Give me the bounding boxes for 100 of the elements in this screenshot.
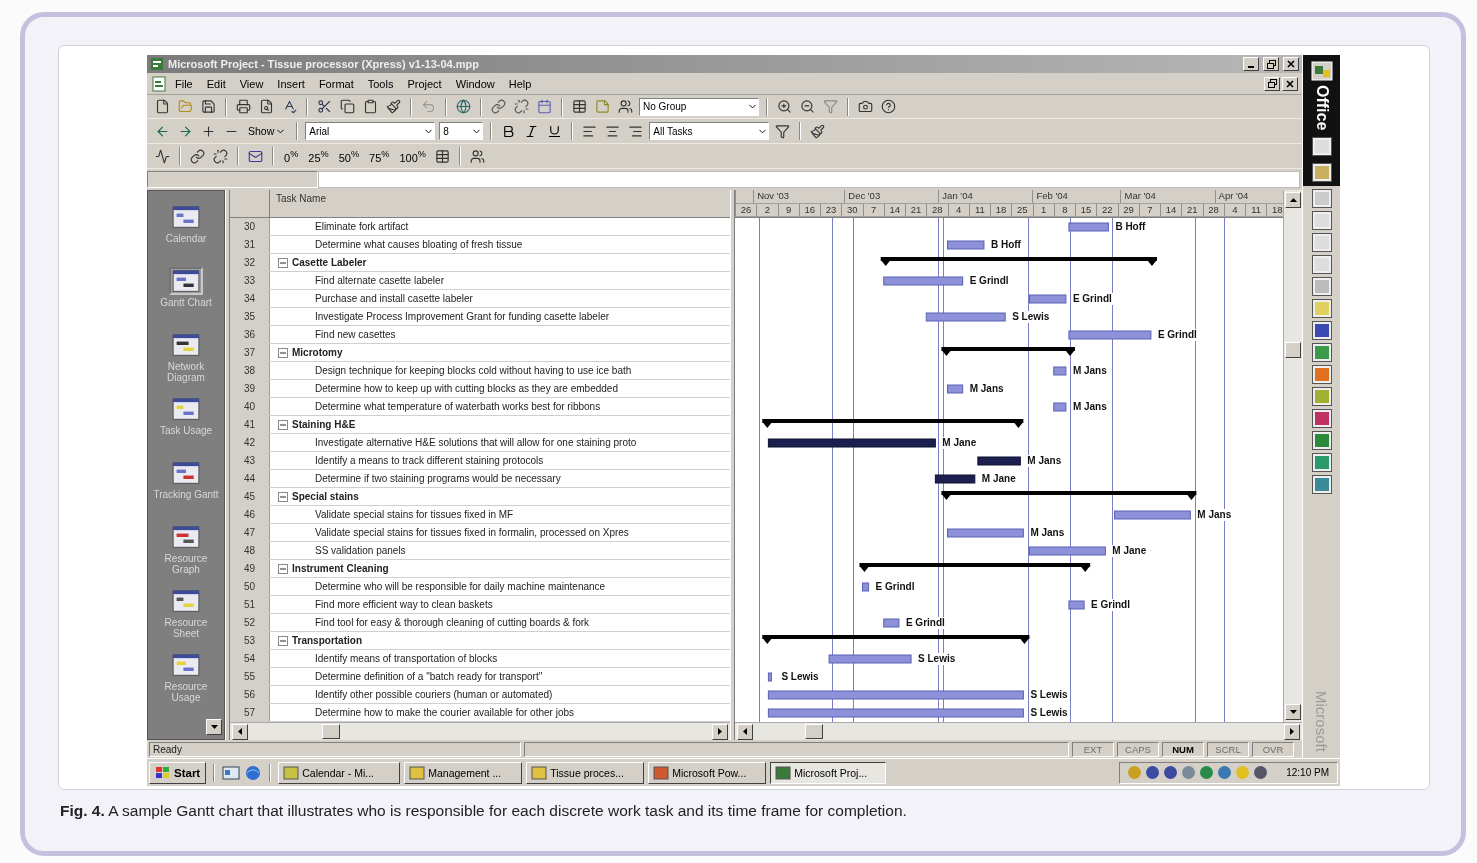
font-dropdown[interactable]: Arial (305, 122, 436, 140)
collapse-icon[interactable] (278, 563, 288, 574)
globe-icon[interactable] (456, 99, 471, 114)
help-icon[interactable] (881, 99, 896, 114)
app-icon[interactable] (1311, 299, 1332, 319)
arrow-right-icon[interactable] (715, 727, 725, 736)
close-icon[interactable] (1287, 60, 1295, 68)
summary-bar[interactable] (762, 419, 1024, 428)
app-icon[interactable] (1311, 321, 1332, 341)
mail-icon[interactable] (248, 148, 263, 164)
users-icon[interactable] (618, 99, 633, 114)
percent-button[interactable]: 50$^{%}$ (335, 148, 363, 164)
align-left-icon[interactable] (582, 123, 598, 139)
task-bar[interactable] (934, 474, 976, 484)
tray-icon[interactable] (1146, 766, 1160, 779)
link-icon[interactable] (491, 99, 506, 114)
tray-icon[interactable] (1164, 766, 1178, 779)
zoom-out-icon[interactable] (800, 99, 815, 114)
arrow-left-icon[interactable] (235, 727, 245, 736)
collapse-icon[interactable] (278, 257, 288, 268)
copy-icon[interactable] (340, 99, 355, 114)
taskbar-button[interactable]: Microsoft Pow... (648, 761, 767, 784)
collapse-icon[interactable] (278, 419, 288, 430)
scroll-left-button[interactable] (232, 723, 248, 740)
percent-button[interactable]: 75$^{%}$ (366, 148, 393, 164)
spell-check-icon[interactable] (282, 99, 297, 114)
plus-icon[interactable] (201, 123, 216, 139)
brush-icon[interactable] (810, 123, 826, 139)
menu-item[interactable]: Project (401, 75, 448, 92)
group-dropdown[interactable]: No Group (639, 97, 759, 116)
filter-dropdown[interactable]: All Tasks (649, 122, 770, 140)
app-icon[interactable] (1311, 163, 1332, 183)
desktop-icon[interactable] (222, 764, 241, 781)
arrow-right-icon[interactable] (1287, 727, 1297, 736)
unlink-icon[interactable] (514, 99, 529, 114)
app-icon[interactable] (1311, 233, 1332, 253)
paste-icon[interactable] (363, 99, 378, 114)
table-icon[interactable] (572, 99, 587, 114)
summary-bar[interactable] (880, 257, 1157, 266)
taskbar-button[interactable]: Calendar - Mi... (278, 761, 401, 784)
percent-button[interactable]: 0$^{%}$ (281, 148, 302, 164)
app-icon[interactable] (1311, 431, 1332, 451)
brush-icon[interactable] (386, 99, 401, 114)
tray-icon[interactable] (1200, 766, 1214, 779)
tray-icon[interactable] (1218, 766, 1232, 779)
app-icon[interactable] (1311, 387, 1332, 407)
wave-icon[interactable] (155, 148, 170, 164)
table-icon[interactable] (435, 148, 450, 164)
summary-bar[interactable] (941, 491, 1197, 500)
app-icon[interactable] (1311, 211, 1332, 231)
users-icon[interactable] (470, 148, 485, 164)
collapse-icon[interactable] (278, 347, 288, 358)
app-icon[interactable] (1311, 343, 1332, 363)
document-icon[interactable] (151, 75, 167, 92)
close-button[interactable] (1283, 57, 1299, 71)
app-icon[interactable] (1311, 453, 1332, 473)
cut-icon[interactable] (317, 99, 332, 114)
app-icon[interactable] (1311, 189, 1332, 209)
app-icon[interactable] (1311, 137, 1332, 157)
arrow-left-icon[interactable] (740, 727, 750, 736)
percent-button[interactable]: 25$^{%}$ (305, 148, 332, 164)
unlink-icon[interactable] (213, 148, 228, 164)
close-button[interactable] (1282, 76, 1298, 91)
camera-icon[interactable] (858, 99, 873, 114)
summary-bar[interactable] (762, 635, 1030, 644)
font-size-dropdown[interactable]: 8 (439, 122, 484, 140)
calendar-icon[interactable] (537, 99, 552, 114)
menu-item[interactable]: Edit (200, 75, 232, 92)
collapse-icon[interactable] (278, 635, 288, 646)
align-center-icon[interactable] (605, 123, 621, 139)
app-icon[interactable] (1311, 475, 1332, 495)
menu-item[interactable]: Window (449, 75, 501, 92)
app-icon[interactable] (1311, 409, 1332, 429)
scroll-right-button[interactable] (1284, 723, 1300, 740)
menu-item[interactable]: Tools (361, 75, 400, 92)
percent-button[interactable]: 100$^{%}$ (396, 148, 429, 164)
taskbar-button[interactable]: Tissue proces... (526, 761, 645, 784)
entry-field[interactable] (318, 171, 1300, 188)
scroll-thumb[interactable] (1285, 342, 1301, 358)
taskbar-button[interactable]: Microsoft Proj... (770, 761, 887, 784)
print-preview-icon[interactable] (259, 99, 274, 114)
save-icon[interactable] (201, 99, 216, 114)
scroll-right-button[interactable] (712, 723, 728, 740)
scroll-thumb[interactable] (805, 724, 823, 739)
underline-icon[interactable] (547, 123, 563, 139)
app-icon[interactable] (1311, 277, 1332, 297)
outdent-icon[interactable] (155, 123, 170, 139)
collapse-icon[interactable] (278, 491, 288, 502)
indent-icon[interactable] (178, 123, 193, 139)
app-icon[interactable] (1311, 365, 1332, 385)
start-button[interactable]: Start (149, 761, 207, 784)
app-icon[interactable] (1311, 255, 1332, 275)
scroll-left-button[interactable] (737, 723, 753, 740)
link-icon[interactable] (190, 148, 205, 164)
menu-item[interactable]: Help (502, 75, 538, 92)
menu-item[interactable]: View (233, 75, 270, 92)
menu-item[interactable]: Insert (271, 75, 311, 92)
scroll-thumb[interactable] (322, 724, 340, 739)
new-file-icon[interactable] (155, 99, 170, 114)
zoom-in-icon[interactable] (777, 99, 792, 114)
